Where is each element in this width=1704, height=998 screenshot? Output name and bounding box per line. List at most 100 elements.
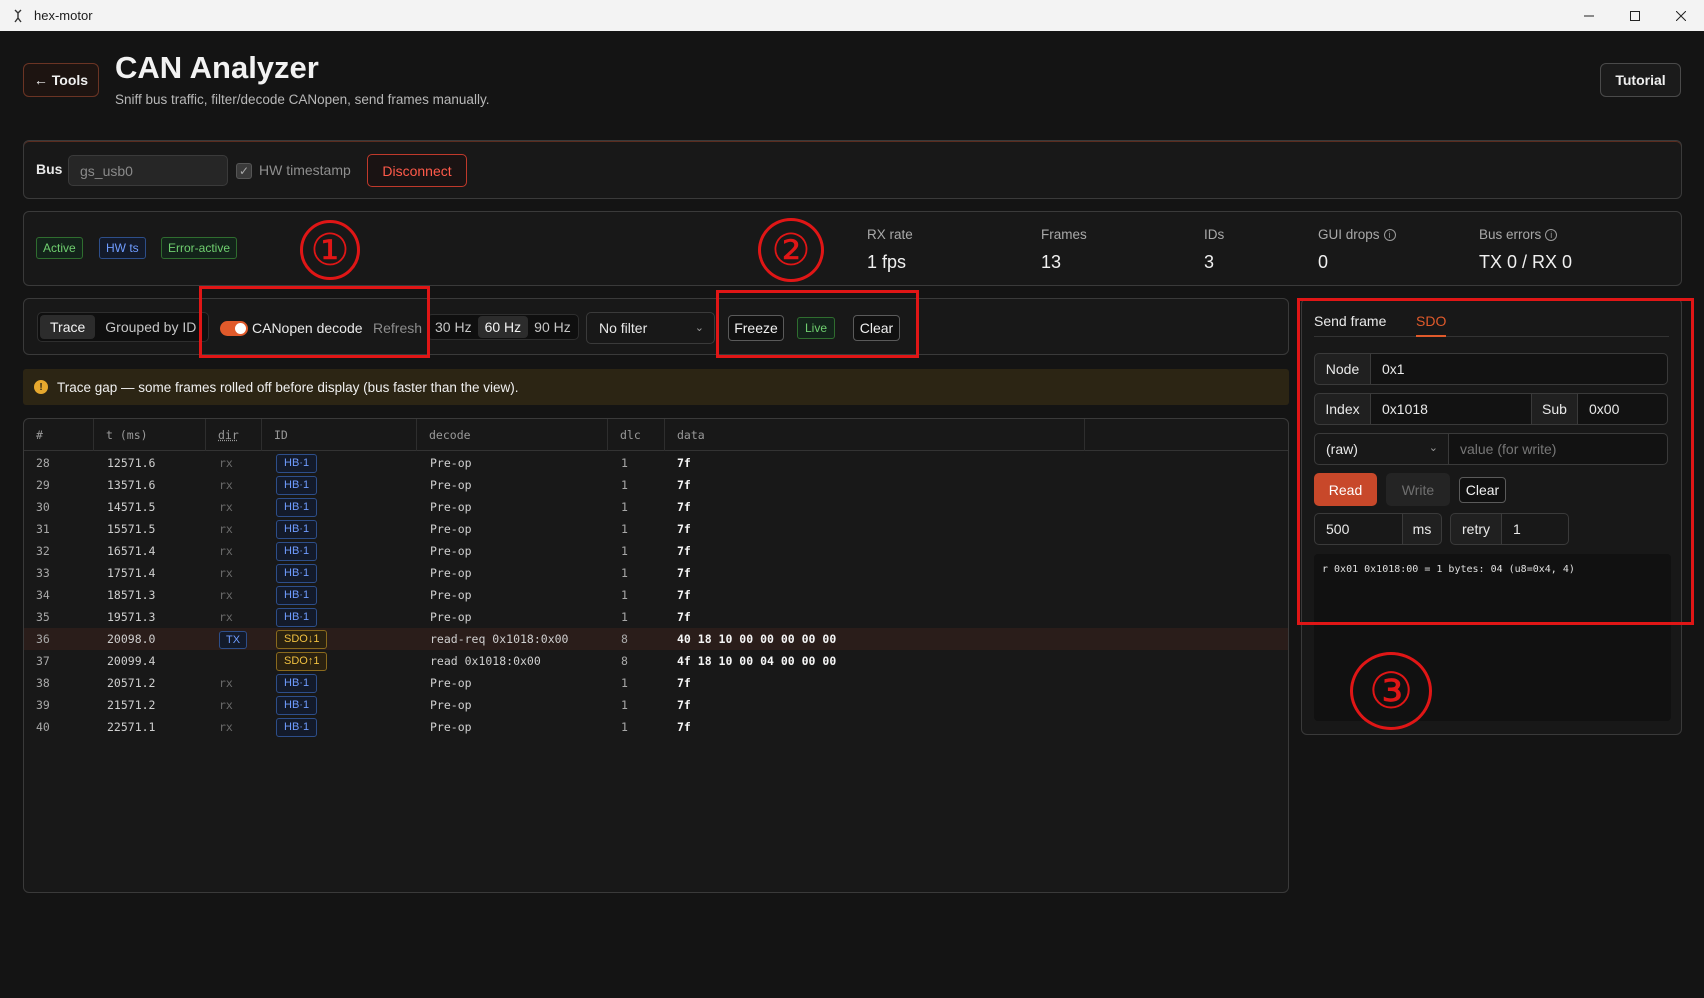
back-to-tools-button[interactable]: ← Tools: [23, 63, 99, 97]
annotation-number-2-text: ②: [771, 224, 811, 276]
annotation-box-3: [1297, 298, 1694, 625]
row-id-badge: HB·1: [276, 476, 318, 495]
view-mode-trace[interactable]: Trace: [40, 315, 96, 339]
row-time: 22571.1: [107, 720, 156, 734]
tutorial-button[interactable]: Tutorial: [1600, 63, 1681, 97]
window-titlebar: hex-motor: [0, 0, 1704, 31]
table-row[interactable]: 30 14571.5 rx HB·1 Pre-op 1 7f: [24, 496, 1288, 518]
row-number: 28: [36, 456, 50, 470]
row-dlc: 1: [621, 610, 628, 624]
table-row[interactable]: 29 13571.6 rx HB·1 Pre-op 1 7f: [24, 474, 1288, 496]
stat-rx-rate: RX rate 1 fps: [867, 227, 913, 273]
table-row[interactable]: 35 19571.3 rx HB·1 Pre-op 1 7f: [24, 606, 1288, 628]
row-number: 32: [36, 544, 50, 558]
row-data: 7f: [677, 720, 691, 734]
table-row[interactable]: 37 20099.4 SDO↑1 read 0x1018:0x00 8 4f 18 10 …: [24, 650, 1288, 672]
status-badge-error-active: Error-active: [161, 237, 238, 259]
row-id-badge: HB·1: [276, 674, 318, 693]
column-header-data[interactable]: data: [665, 419, 1085, 451]
table-row[interactable]: 31 15571.5 rx HB·1 Pre-op 1 7f: [24, 518, 1288, 540]
view-mode-grouped[interactable]: Grouped by ID: [95, 315, 206, 339]
trace-table: # t (ms) dir ID decode dlc data 28 12571.…: [23, 418, 1289, 893]
row-id-badge: HB·1: [276, 718, 318, 737]
column-header-dir[interactable]: dir: [206, 419, 262, 451]
row-decode: Pre-op: [430, 500, 472, 514]
row-dir: rx: [219, 522, 233, 536]
row-time: 16571.4: [107, 544, 156, 558]
row-decode: Pre-op: [430, 720, 472, 734]
refresh-rate-toggle: 30 Hz 60 Hz 90 Hz: [427, 314, 579, 340]
close-window-button[interactable]: [1658, 0, 1704, 31]
bus-label: Bus: [36, 161, 63, 177]
stat-label: Frames: [1041, 227, 1087, 242]
view-mode-toggle: Trace Grouped by ID: [37, 312, 210, 342]
refresh-rate-90[interactable]: 90 Hz: [528, 316, 577, 338]
chevron-down-icon: ⌄: [694, 322, 704, 334]
row-dir: rx: [219, 544, 233, 558]
stat-gui-drops: GUI drops i 0: [1318, 227, 1396, 273]
row-id-badge: HB·1: [276, 696, 318, 715]
bus-input[interactable]: gs_usb0: [68, 155, 228, 186]
table-row[interactable]: 39 21571.2 rx HB·1 Pre-op 1 7f: [24, 694, 1288, 716]
stat-ids: IDs 3: [1204, 227, 1224, 273]
table-row[interactable]: 40 22571.1 rx HB·1 Pre-op 1 7f: [24, 716, 1288, 738]
hw-timestamp-label: HW timestamp: [259, 162, 351, 178]
trace-gap-warning: ! Trace gap — some frames rolled off bef…: [23, 369, 1289, 405]
table-row[interactable]: 32 16571.4 rx HB·1 Pre-op 1 7f: [24, 540, 1288, 562]
row-decode: Pre-op: [430, 566, 472, 580]
refresh-rate-60[interactable]: 60 Hz: [477, 316, 529, 338]
row-decode: read-req 0x1018:0x00: [430, 632, 569, 646]
table-row[interactable]: 36 20098.0 TX SDO↓1 read-req 0x1018:0x00 8 40 …: [24, 628, 1288, 650]
page-subtitle: Sniff bus traffic, filter/decode CANopen…: [115, 92, 490, 107]
row-time: 14571.5: [107, 500, 156, 514]
row-number: 30: [36, 500, 50, 514]
row-data: 7f: [677, 588, 691, 602]
row-time: 18571.3: [107, 588, 156, 602]
page-title: CAN Analyzer: [115, 50, 319, 85]
table-row[interactable]: 34 18571.3 rx HB·1 Pre-op 1 7f: [24, 584, 1288, 606]
column-header-id[interactable]: ID: [262, 419, 417, 451]
row-decode: Pre-op: [430, 456, 472, 470]
stat-value: 13: [1041, 252, 1062, 272]
row-data: 4f 18 10 00 04 00 00 00: [677, 654, 837, 668]
filter-select[interactable]: No filter ⌄: [586, 312, 715, 344]
stat-frames: Frames 13: [1041, 227, 1087, 273]
row-id-badge: HB·1: [276, 608, 318, 627]
info-icon[interactable]: i: [1383, 228, 1396, 241]
row-time: 12571.6: [107, 456, 156, 470]
stat-bus-errors: Bus errors i TX 0 / RX 0: [1479, 227, 1572, 273]
minimize-button[interactable]: [1566, 0, 1612, 31]
annotation-box-1: [199, 286, 430, 358]
column-header-dlc[interactable]: dlc: [608, 419, 665, 451]
table-row[interactable]: 33 17571.4 rx HB·1 Pre-op 1 7f: [24, 562, 1288, 584]
row-data: 7f: [677, 544, 691, 558]
column-header-decode[interactable]: decode: [417, 419, 608, 451]
row-dlc: 1: [621, 522, 628, 536]
warning-icon: !: [34, 380, 48, 394]
row-data: 7f: [677, 478, 691, 492]
column-header-time[interactable]: t (ms): [94, 419, 206, 451]
row-data: 7f: [677, 522, 691, 536]
row-data: 7f: [677, 456, 691, 470]
refresh-rate-30[interactable]: 30 Hz: [429, 316, 478, 338]
row-decode: read 0x1018:0x00: [430, 654, 541, 668]
maximize-button[interactable]: [1612, 0, 1658, 31]
info-icon[interactable]: i: [1545, 228, 1558, 241]
table-row[interactable]: 38 20571.2 rx HB·1 Pre-op 1 7f: [24, 672, 1288, 694]
row-number: 33: [36, 566, 50, 580]
table-row[interactable]: 28 12571.6 rx HB·1 Pre-op 1 7f: [24, 452, 1288, 474]
warning-text: Trace gap — some frames rolled off befor…: [57, 379, 519, 395]
row-dir: rx: [219, 478, 233, 492]
hw-timestamp-checkbox[interactable]: ✓: [236, 163, 252, 179]
annotation-number-3: ③: [1350, 652, 1432, 730]
row-decode: Pre-op: [430, 544, 472, 558]
column-header-num[interactable]: #: [24, 419, 94, 451]
row-dlc: 1: [621, 676, 628, 690]
disconnect-button[interactable]: Disconnect: [367, 154, 467, 187]
row-data: 7f: [677, 698, 691, 712]
row-dir: rx: [219, 456, 233, 470]
row-number: 36: [36, 632, 50, 646]
filter-select-value: No filter: [599, 320, 648, 336]
row-decode: Pre-op: [430, 522, 472, 536]
row-dlc: 1: [621, 720, 628, 734]
